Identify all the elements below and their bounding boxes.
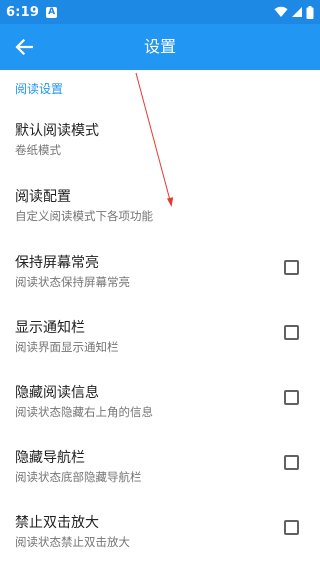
signal-icon [292,7,302,17]
disable-double-tap-zoom-checkbox[interactable] [284,520,299,535]
pref-summary: 阅读状态底部隐藏导航栏 [15,470,142,484]
wifi-icon [274,6,288,18]
pref-summary: 卷纸模式 [15,143,61,157]
status-time: 6:19 [6,4,40,20]
pref-title: 阅读配置 [15,189,71,205]
pref-hide-navigation-bar[interactable]: 隐藏导航栏 阅读状态底部隐藏导航栏 [0,447,320,509]
pref-title: 显示通知栏 [15,320,85,336]
pref-summary: 阅读状态禁止双击放大 [15,535,130,549]
notification-icon: A [46,6,58,18]
keep-screen-on-checkbox[interactable] [284,260,299,275]
pref-title: 隐藏阅读信息 [15,385,99,401]
arrow-left-icon [15,39,33,55]
back-button[interactable] [11,35,37,59]
pref-show-notification-bar[interactable]: 显示通知栏 阅读界面显示通知栏 [0,317,320,379]
hide-reading-info-checkbox[interactable] [284,390,299,405]
pref-hide-reading-info[interactable]: 隐藏阅读信息 阅读状态隐藏右上角的信息 [0,382,320,444]
pref-title: 默认阅读模式 [15,123,99,139]
battery-icon [306,5,314,19]
show-notification-bar-checkbox[interactable] [284,325,299,340]
pref-summary: 自定义阅读模式下各项功能 [15,209,153,223]
hide-navigation-bar-checkbox[interactable] [284,455,299,470]
pref-keep-screen-on[interactable]: 保持屏幕常亮 阅读状态保持屏幕常亮 [0,252,320,314]
pref-reading-config[interactable]: 阅读配置 自定义阅读模式下各项功能 [0,186,320,248]
status-icons [274,5,314,19]
pref-summary: 阅读界面显示通知栏 [15,340,119,354]
pref-summary: 阅读状态保持屏幕常亮 [15,275,130,289]
pref-disable-double-tap-zoom[interactable]: 禁止双击放大 阅读状态禁止双击放大 [0,512,320,574]
page-title: 设置 [143,37,176,56]
pref-title: 禁止双击放大 [15,515,99,531]
status-bar: 6:19 A [0,0,320,24]
pref-title: 隐藏导航栏 [15,450,85,466]
app-bar: 设置 [0,24,320,70]
pref-default-reading-mode[interactable]: 默认阅读模式 卷纸模式 [0,120,320,182]
pref-summary: 阅读状态隐藏右上角的信息 [15,405,153,419]
section-header: 阅读设置 [15,82,64,96]
pref-title: 保持屏幕常亮 [15,255,99,271]
